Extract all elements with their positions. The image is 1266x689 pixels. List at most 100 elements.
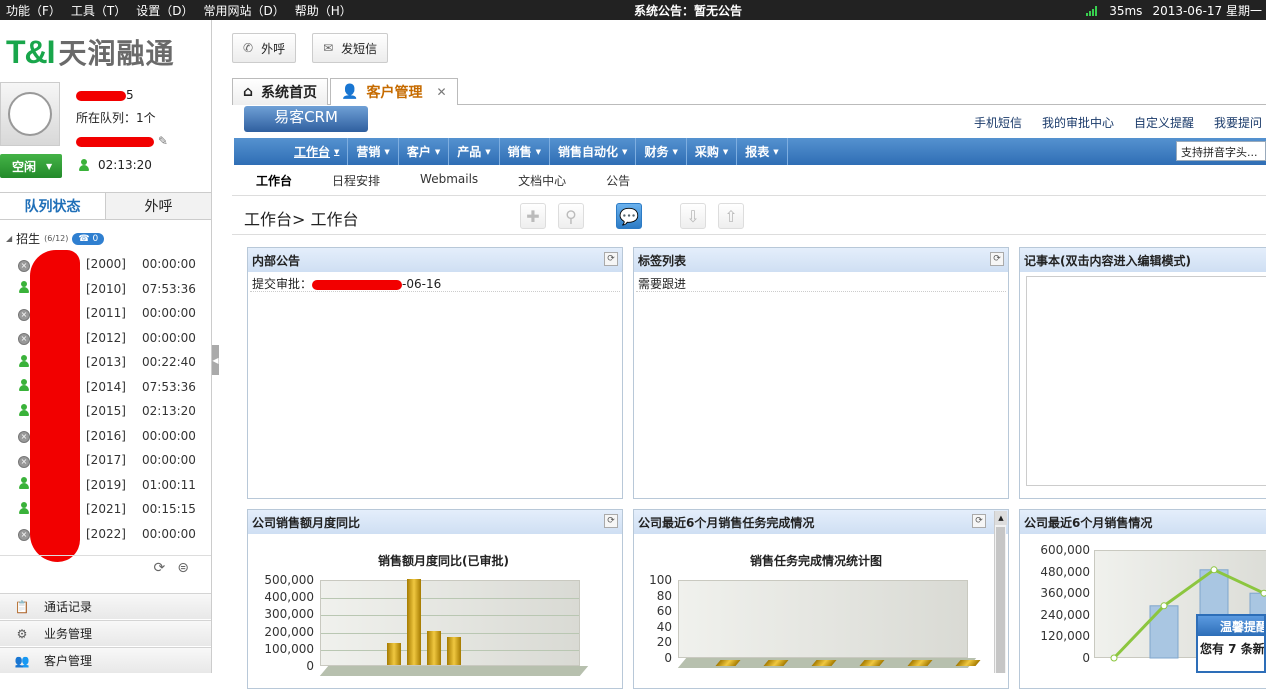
panel-sales-yoy: 公司销售额月度同比 ⟳ 销售额月度同比(已审批) 500,000 400,000 30… [247,509,623,689]
refresh-icon[interactable]: ⟳ [972,514,986,528]
nav-purchase[interactable]: 采购 ▼ [687,138,738,165]
panel-task-completion: 公司最近6个月销售任务完成情况 ⟳ 销售任务完成情况统计图 100 80 60 40 20… [633,509,1009,689]
search-icon[interactable]: ⚲ [558,203,584,229]
subnav-workbench[interactable]: 工作台 [256,172,292,189]
tab-home[interactable]: ⌂ 系统首页 [232,78,329,105]
scroll-up-icon[interactable]: ▲ [995,511,1007,525]
menu-function[interactable]: 功能（F） [6,2,61,19]
panel-tag-list: 标签列表 ⟳ 需要跟进 [633,247,1009,499]
y-tick-label: 100 [649,573,672,587]
waiting-calls-badge: ☎ 0 [72,232,105,245]
panel-title: 标签列表 ⟳ [634,248,1008,272]
subnav-webmails[interactable]: Webmails [420,172,478,189]
list-footer: ⟳ ⊜ [0,555,211,579]
link-approvals[interactable]: 我的审批中心 [1042,114,1114,131]
sidebar-collapse-handle[interactable]: ◀ [212,345,219,375]
refresh-icon[interactable]: ⟳ [154,560,166,576]
timer-value: 02:13:20 [98,158,152,172]
system-notice: 系统公告：暂无公告 [634,4,743,18]
y-tick-label: 400,000 [264,590,314,605]
y-tick-label: 0 [664,651,672,665]
offline-icon: × [18,333,30,346]
user-icon: 👤 [341,84,359,100]
outbound-call-button[interactable]: ✆ 外呼 [232,33,297,63]
nav-customers[interactable]: 👥 客户管理 [0,647,211,673]
nav-call-records[interactable]: 📋 通话记录 [0,593,211,619]
y-tick-label: 0 [1082,651,1090,665]
main-toolbar: ✆ 外呼 ✉ 发短信 [232,33,389,63]
y-tick-label: 120,000 [1040,629,1090,644]
agent-time: 00:00:00 [142,453,196,468]
menu-circle-icon[interactable]: ⊜ [177,560,189,576]
notepad-area[interactable] [1026,276,1266,486]
y-tick-label: 100,000 [264,641,314,656]
left-tabs: 队列状态 外呼 [0,192,211,220]
agent-time: 00:15:15 [142,502,196,517]
agent-time: 07:53:36 [142,281,196,296]
close-icon[interactable]: ✕ [436,85,446,99]
chat-icon[interactable]: 💬 [616,203,642,229]
subnav-documents[interactable]: 文档中心 [518,172,566,189]
menu-help[interactable]: 帮助（H） [295,2,352,19]
redaction-mark [30,250,80,562]
import-icon[interactable]: ⇩ [680,203,706,229]
nav-workbench[interactable]: 工作台 ▼ [286,138,349,165]
chart-bar [1149,605,1179,659]
subnav-announcements[interactable]: 公告 [606,172,630,189]
nav-finance[interactable]: 财务 ▼ [636,138,687,165]
y-tick-label: 500,000 [264,573,314,587]
menu-settings[interactable]: 设置（D） [136,2,193,19]
nav-reports[interactable]: 报表 ▼ [737,138,788,165]
chart-title: 销售额月度同比(已审批) [378,554,509,568]
tab-queue-status[interactable]: 队列状态 [0,193,106,219]
agent-time: 01:00:11 [142,477,196,492]
refresh-icon[interactable]: ⟳ [604,252,618,266]
gears-icon: ⚙ [16,626,28,641]
menu-tools[interactable]: 工具（T） [71,2,126,19]
nav-sales[interactable]: 销售 ▼ [500,138,551,165]
send-sms-button[interactable]: ✉ 发短信 [312,33,389,63]
online-user-icon [18,501,30,514]
tab-crm[interactable]: 👤 客户管理 ✕ [330,78,458,105]
reminder-popup[interactable]: 温馨提醒 您有 7 条新 [1196,614,1266,673]
status-dropdown[interactable]: 空闲 ▼ [0,154,62,178]
list-item[interactable]: 需要跟进 [636,272,1006,292]
search-input[interactable]: 支持拼音字头... [1176,141,1266,161]
status-timer: 02:13:20 [78,158,152,172]
panel-title: 记事本(双击内容进入编辑模式) [1020,248,1266,272]
user-info: 5 所在队列：1个 ✎ [76,84,168,153]
chart-title: 销售任务完成情况统计图 [750,554,883,568]
online-user-icon [18,403,30,416]
y-tick-label: 20 [656,635,672,650]
nav-sales-automation[interactable]: 销售自动化 ▼ [550,138,637,165]
link-sms[interactable]: 手机短信 [974,114,1022,131]
offline-icon: × [18,455,30,468]
nav-business[interactable]: ⚙ 业务管理 [0,620,211,646]
agent-code: [2017] [86,453,126,468]
plot-area [320,579,580,666]
queue-count: 所在队列：1个 [76,111,156,125]
queue-group[interactable]: ◢ 招生 (6/12) ☎ 0 [6,230,105,247]
data-point [1210,566,1218,574]
expand-icon[interactable]: ◢ [6,234,12,243]
nav-product[interactable]: 产品 ▼ [449,138,500,165]
refresh-icon[interactable]: ⟳ [604,514,618,528]
refresh-icon[interactable]: ⟳ [990,252,1004,266]
chart-bar [387,642,401,665]
list-item[interactable]: 提交审批： -06-16 [250,272,620,292]
nav-customer[interactable]: 客户 ▼ [399,138,450,165]
redacted-name [76,90,126,101]
link-reminders[interactable]: 自定义提醒 [1134,114,1194,131]
edit-icon[interactable]: ✎ [158,134,168,148]
y-tick-label: 60 [656,604,672,619]
agent-code: [2021] [86,502,126,517]
panel-scrollbar[interactable]: ▲ [994,511,1007,673]
export-icon[interactable]: ⇧ [718,203,744,229]
add-icon[interactable]: ✚ [520,203,546,229]
subnav-schedule[interactable]: 日程安排 [332,172,380,189]
menu-websites[interactable]: 常用网站（D） [204,2,285,19]
tab-outbound[interactable]: 外呼 [106,193,211,219]
nav-marketing[interactable]: 营销 ▼ [348,138,399,165]
agent-time: 00:00:00 [142,330,196,345]
link-ask[interactable]: 我要提问 [1214,114,1262,131]
